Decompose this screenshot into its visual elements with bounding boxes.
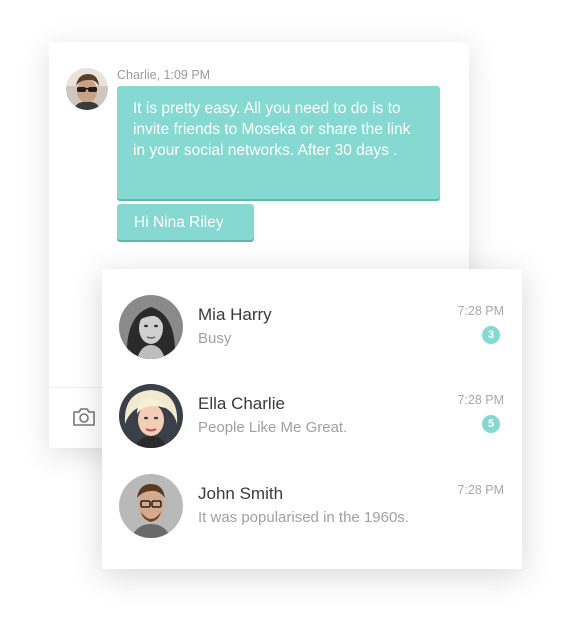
contact-item[interactable]: Mia Harry Busy 7:28 PM 3 <box>102 295 522 383</box>
contact-name: Ella Charlie <box>198 394 285 413</box>
message-bubble: Hi Nina Riley <box>117 204 254 240</box>
message-bubble: It is pretty easy. All you need to do is… <box>117 86 440 199</box>
contact-item[interactable]: John Smith It was popularised in the 196… <box>102 474 522 562</box>
contact-time: 7:28 PM <box>457 483 504 497</box>
avatar <box>119 384 183 448</box>
contact-item[interactable]: Ella Charlie People Like Me Great. 7:28 … <box>102 384 522 472</box>
contact-name: Mia Harry <box>198 305 272 324</box>
avatar <box>119 295 183 359</box>
contact-name: John Smith <box>198 484 284 503</box>
avatar <box>119 474 183 538</box>
contact-list: Mia Harry Busy 7:28 PM 3 Ella Charlie Pe… <box>102 269 522 569</box>
contact-status: Busy <box>198 330 232 347</box>
contact-time: 7:28 PM <box>457 393 504 407</box>
unread-badge: 3 <box>482 326 500 344</box>
camera-icon[interactable] <box>72 407 96 427</box>
unread-badge: 5 <box>482 415 500 433</box>
contact-status: People Like Me Great. <box>198 419 348 436</box>
sender-avatar[interactable] <box>66 68 108 110</box>
contact-status: It was popularised in the 1960s. <box>198 509 409 526</box>
message-meta: Charlie, 1:09 PM <box>117 68 211 82</box>
contact-time: 7:28 PM <box>457 304 504 318</box>
